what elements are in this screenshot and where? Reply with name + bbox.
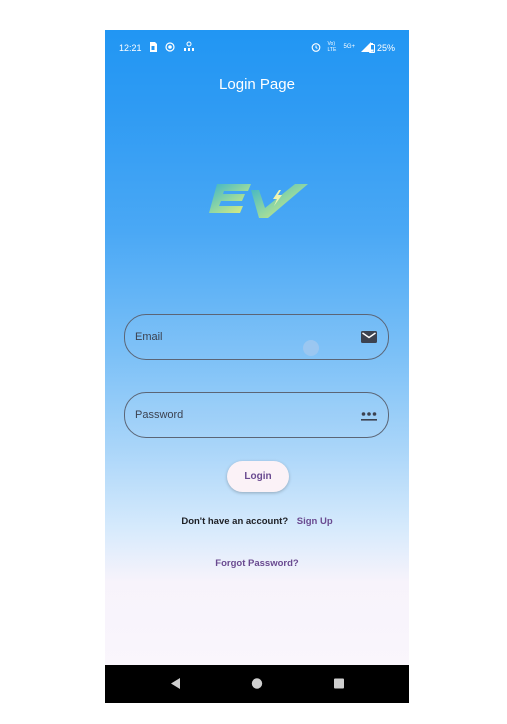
email-input[interactable] xyxy=(135,315,350,359)
home-icon[interactable] xyxy=(251,677,263,690)
mail-icon xyxy=(361,331,377,343)
status-left-icons xyxy=(149,41,195,52)
back-icon[interactable] xyxy=(169,677,181,690)
signup-row: Don't have an account? Sign Up xyxy=(105,516,409,527)
password-field[interactable] xyxy=(124,392,389,438)
battery-percent: 25% xyxy=(376,43,395,53)
phone-screen: 12:21 Vo) LTE 5G+ 25% Login Page Email L… xyxy=(105,30,409,703)
alarm-icon xyxy=(312,43,321,52)
status-bar: 12:21 Vo) LTE 5G+ 25% xyxy=(105,30,409,64)
network-label: 5G+ xyxy=(343,43,355,50)
signup-prompt: Don't have an account? xyxy=(181,516,289,527)
page-title: Login Page xyxy=(219,76,295,93)
volte-label: Vo) LTE xyxy=(327,41,337,53)
forgot-password-link[interactable]: Forgot Password? xyxy=(105,558,409,569)
status-right-icons: Vo) LTE 5G+ xyxy=(311,41,371,53)
login-button[interactable]: Login xyxy=(227,461,289,492)
battery-status: 25% xyxy=(368,43,395,53)
signup-link[interactable]: Sign Up xyxy=(297,516,333,527)
data-usage-icon xyxy=(184,41,194,51)
location-icon xyxy=(165,41,175,52)
password-dots-icon xyxy=(361,412,377,421)
ev-logo xyxy=(209,184,308,218)
password-input[interactable] xyxy=(135,393,350,437)
recents-icon[interactable] xyxy=(333,677,345,690)
touch-indicator xyxy=(303,340,319,356)
email-field[interactable] xyxy=(124,314,389,360)
navigation-bar xyxy=(105,665,409,703)
sim-icon xyxy=(150,41,157,52)
status-time: 12:21 xyxy=(119,43,142,53)
battery-icon xyxy=(368,43,375,53)
